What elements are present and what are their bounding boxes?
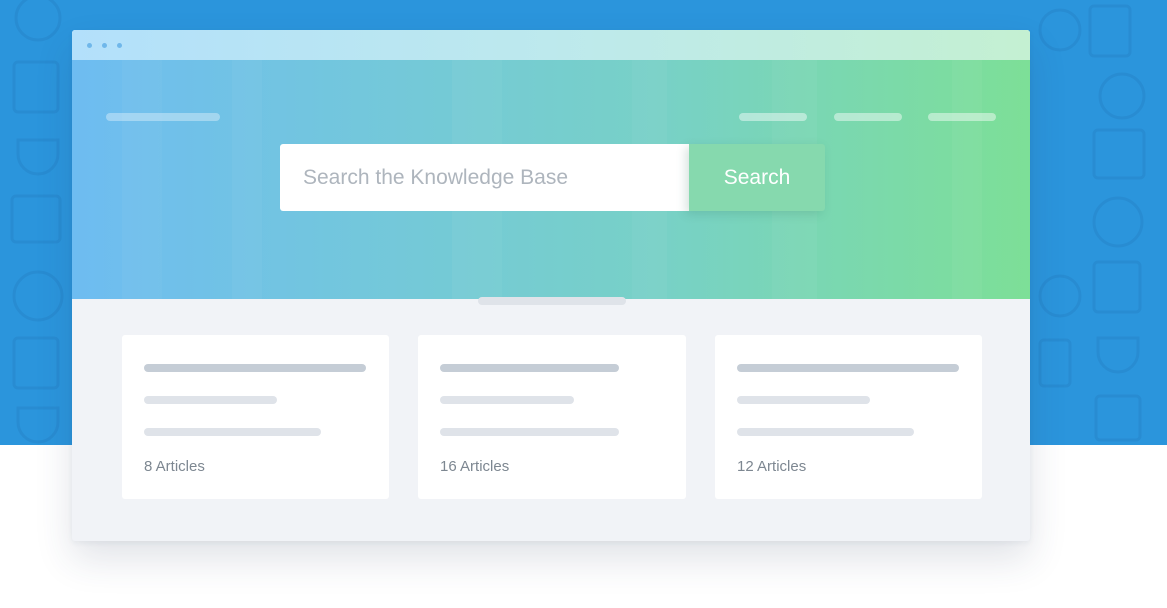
article-count: 16 Articles: [440, 458, 510, 475]
category-card[interactable]: 8 Articles: [122, 335, 389, 499]
search-input[interactable]: Search the Knowledge Base: [280, 144, 689, 211]
card-text-placeholder: [144, 428, 321, 436]
card-text-placeholder: [440, 396, 574, 404]
card-title-placeholder: [144, 364, 366, 372]
nav-link-placeholder[interactable]: [834, 113, 902, 121]
card-text-placeholder: [737, 428, 914, 436]
browser-window: Search the Knowledge Base Search 8 Artic…: [72, 30, 1030, 541]
card-text-placeholder: [440, 428, 619, 436]
card-title-placeholder: [440, 364, 619, 372]
card-text-placeholder: [144, 396, 277, 404]
window-dot: [102, 43, 107, 48]
category-card[interactable]: 12 Articles: [715, 335, 982, 499]
window-dot: [117, 43, 122, 48]
category-card[interactable]: 16 Articles: [418, 335, 686, 499]
article-count: 8 Articles: [144, 458, 205, 475]
browser-chrome: [72, 30, 1030, 60]
search-button[interactable]: Search: [689, 144, 825, 211]
nav-link-placeholder[interactable]: [928, 113, 996, 121]
window-dot: [87, 43, 92, 48]
nav-link-placeholder[interactable]: [739, 113, 807, 121]
search-placeholder: Search the Knowledge Base: [303, 165, 569, 189]
section-title-placeholder: [478, 297, 626, 305]
card-title-placeholder: [737, 364, 959, 372]
logo-placeholder[interactable]: [106, 113, 220, 121]
card-text-placeholder: [737, 396, 870, 404]
article-count: 12 Articles: [737, 458, 807, 475]
